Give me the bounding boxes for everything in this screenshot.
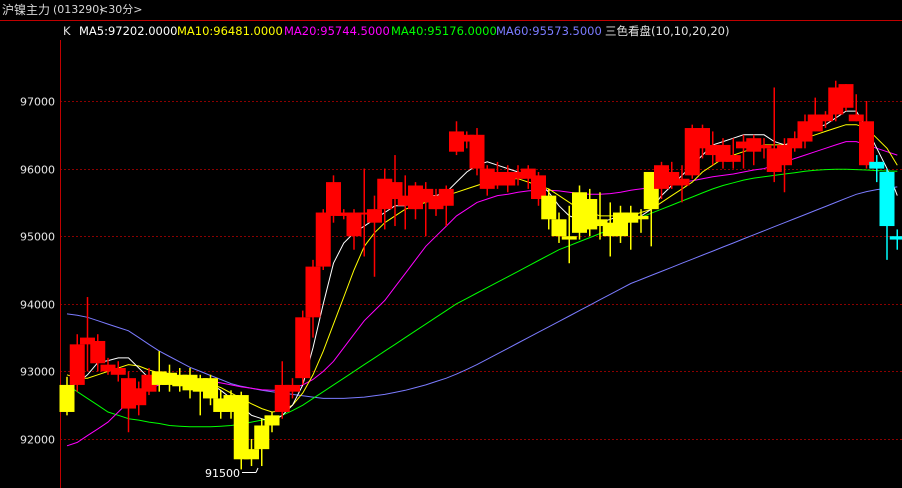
low-annotation: 91500 xyxy=(205,467,259,480)
candle xyxy=(438,185,454,227)
candles xyxy=(59,80,902,470)
candle-body xyxy=(203,378,218,399)
candle-body xyxy=(90,340,106,364)
candle-body xyxy=(469,134,485,169)
ma60-line xyxy=(66,186,898,399)
candle xyxy=(838,84,854,112)
y-tick-label: 93000 xyxy=(20,366,55,379)
candle-body xyxy=(756,144,772,149)
candle xyxy=(387,155,403,227)
candle-body xyxy=(674,178,690,186)
candle xyxy=(346,209,362,250)
candle-body xyxy=(264,415,280,426)
candle-body xyxy=(244,449,259,460)
candle xyxy=(613,205,628,243)
low-price-label: 91500 xyxy=(205,467,240,480)
candle xyxy=(295,310,311,385)
y-tick-label: 92000 xyxy=(20,434,55,447)
low-pointer-tip xyxy=(255,467,259,473)
candle-body xyxy=(889,236,902,240)
candle-body xyxy=(295,317,311,379)
y-tick-label: 97000 xyxy=(20,96,55,109)
price-axis: 97000 96000 95000 94000 93000 92000 xyxy=(0,20,902,488)
candle-body xyxy=(531,175,546,200)
candle-body xyxy=(869,161,885,169)
y-tick-label: 96000 xyxy=(20,164,55,177)
candle-body xyxy=(254,425,270,450)
candle-body xyxy=(367,209,382,223)
y-tick-label: 94000 xyxy=(20,299,55,312)
candle-body xyxy=(859,121,874,166)
candle-body xyxy=(818,114,833,122)
candle-body xyxy=(541,195,557,220)
candle xyxy=(315,209,331,270)
candle-body xyxy=(305,266,321,318)
candle-body xyxy=(315,212,331,267)
candle-body xyxy=(110,368,126,375)
candle-body xyxy=(59,384,75,412)
candle xyxy=(469,128,485,176)
candle xyxy=(715,138,731,169)
candle-body xyxy=(438,188,454,206)
candle-body xyxy=(838,84,854,108)
candle-body xyxy=(551,219,567,237)
candle-body xyxy=(725,155,741,162)
candle-body xyxy=(879,171,895,227)
candle-body xyxy=(285,384,300,392)
candle-body xyxy=(633,215,649,220)
candle xyxy=(746,134,762,166)
candle-body xyxy=(346,212,362,237)
y-tick-label: 95000 xyxy=(20,231,55,244)
candle xyxy=(889,229,902,250)
candle-body xyxy=(326,182,341,216)
candle-body xyxy=(848,114,864,122)
candle-body xyxy=(69,344,85,385)
candle-body xyxy=(561,236,577,240)
candle xyxy=(859,101,874,169)
candlestick-chart[interactable]: 97000 96000 95000 94000 93000 92000 91500 xyxy=(0,0,902,488)
candle xyxy=(879,168,895,260)
